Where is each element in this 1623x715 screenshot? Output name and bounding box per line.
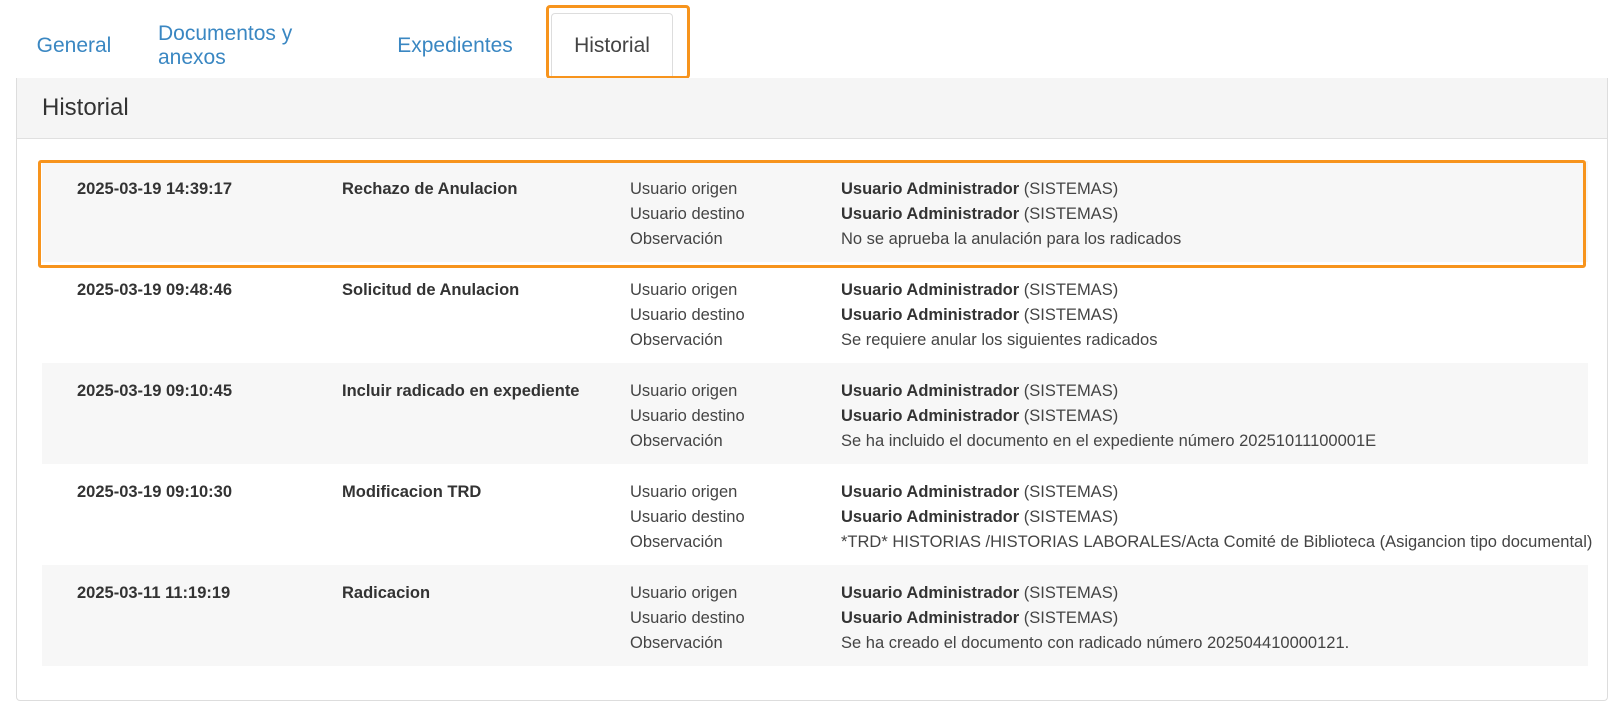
origin-dept: (SISTEMAS) [1023,281,1119,299]
label-observation: Observación [630,432,723,450]
label-origin: Usuario origen [630,584,738,602]
dest-dept: (SISTEMAS) [1023,205,1119,223]
dest-user: Usuario Administrador [841,205,1020,223]
label-origin: Usuario origen [630,382,738,400]
observation-text: Se ha creado el documento con radicado n… [841,634,1350,652]
history-field-labels: Usuario origen Usuario destino Observaci… [630,379,745,454]
observation-text: *TRD* HISTORIAS /HISTORIAS LABORALES/Act… [841,533,1593,551]
history-event: Modificacion TRD [342,483,482,501]
label-destination: Usuario destino [630,508,745,526]
observation-text: Se ha incluido el documento en el expedi… [841,432,1377,450]
origin-user: Usuario Administrador [841,483,1020,501]
label-observation: Observación [630,533,723,551]
dest-dept: (SISTEMAS) [1023,609,1119,627]
history-field-values: Usuario Administrador (SISTEMAS) Usuario… [841,177,1181,252]
history-date: 2025-03-11 11:19:19 [77,584,231,602]
origin-dept: (SISTEMAS) [1023,180,1119,198]
dest-user: Usuario Administrador [841,306,1020,324]
label-origin: Usuario origen [630,483,738,501]
dest-user: Usuario Administrador [841,609,1020,627]
dest-user: Usuario Administrador [841,508,1020,526]
origin-user: Usuario Administrador [841,584,1020,602]
label-destination: Usuario destino [630,609,745,627]
origin-user: Usuario Administrador [841,281,1020,299]
dest-dept: (SISTEMAS) [1023,508,1119,526]
label-observation: Observación [630,634,723,652]
history-field-values: Usuario Administrador (SISTEMAS) Usuario… [841,278,1157,353]
tab-expedientes[interactable]: Expedientes [397,13,513,79]
history-field-labels: Usuario origen Usuario destino Observaci… [630,278,745,353]
history-row: 2025-03-19 09:10:30 Modificacion TRD Usu… [42,464,1592,565]
label-destination: Usuario destino [630,407,745,425]
label-origin: Usuario origen [630,180,738,198]
history-row: 2025-03-19 09:48:46 Solicitud de Anulaci… [42,262,1588,363]
tab-documentos-y-anexos[interactable]: Documentos y anexos [158,13,352,79]
history-field-values: Usuario Administrador (SISTEMAS) Usuario… [841,581,1349,656]
history-date: 2025-03-19 09:48:46 [77,281,233,299]
history-row: 2025-03-11 11:19:19 Radicacion Usuario o… [42,565,1588,666]
history-panel: Historial 2025-03-19 14:39:17 Rechazo de… [16,78,1608,701]
label-destination: Usuario destino [630,205,745,223]
history-date: 2025-03-19 14:39:17 [77,180,233,198]
origin-dept: (SISTEMAS) [1023,382,1119,400]
dest-dept: (SISTEMAS) [1023,306,1119,324]
history-date: 2025-03-19 09:10:30 [77,483,233,501]
tab-bar: General Documentos y anexos Expedientes … [16,0,1608,79]
origin-user: Usuario Administrador [841,382,1020,400]
history-date: 2025-03-19 09:10:45 [77,382,233,400]
history-row: 2025-03-19 09:10:45 Incluir radicado en … [42,363,1588,464]
history-event: Incluir radicado en expediente [342,382,580,400]
label-destination: Usuario destino [630,306,745,324]
history-field-labels: Usuario origen Usuario destino Observaci… [630,480,745,555]
dest-dept: (SISTEMAS) [1023,407,1119,425]
label-observation: Observación [630,230,723,248]
label-observation: Observación [630,331,723,349]
label-origin: Usuario origen [630,281,738,299]
history-field-labels: Usuario origen Usuario destino Observaci… [630,177,745,252]
observation-text: No se aprueba la anulación para los radi… [841,230,1182,248]
history-field-values: Usuario Administrador (SISTEMAS) Usuario… [841,480,1592,555]
dest-user: Usuario Administrador [841,407,1020,425]
tab-general[interactable]: General [37,13,112,79]
history-field-labels: Usuario origen Usuario destino Observaci… [630,581,745,656]
history-event: Rechazo de Anulacion [342,180,518,198]
history-list: 2025-03-19 14:39:17 Rechazo de Anulacion… [42,161,1592,666]
history-field-values: Usuario Administrador (SISTEMAS) Usuario… [841,379,1376,454]
tab-historial[interactable]: Historial [551,13,673,79]
origin-dept: (SISTEMAS) [1023,483,1119,501]
panel-title: Historial [17,78,1607,139]
origin-user: Usuario Administrador [841,180,1020,198]
history-row: 2025-03-19 14:39:17 Rechazo de Anulacion… [42,161,1588,262]
history-event: Radicacion [342,584,431,602]
observation-text: Se requiere anular los siguientes radica… [841,331,1158,349]
history-event: Solicitud de Anulacion [342,281,520,299]
origin-dept: (SISTEMAS) [1023,584,1119,602]
